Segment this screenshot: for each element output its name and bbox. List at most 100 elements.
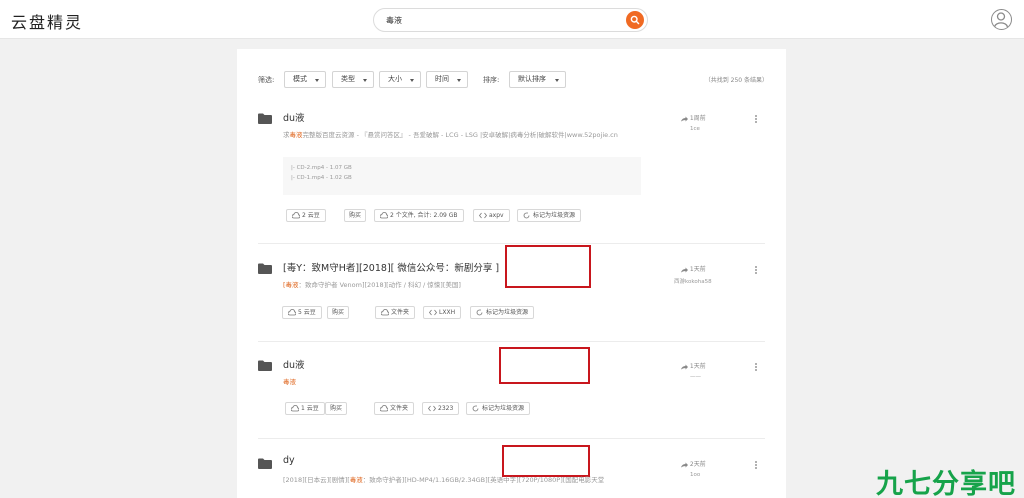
sort-label: 排序:	[483, 76, 500, 84]
sharer-name[interactable]: 西游kokoha58	[674, 277, 712, 285]
result-title[interactable]: [毒Y：致M守H者][2018][ 微信公众号：新剧分享 ]	[283, 260, 499, 274]
share-time: 1天前	[681, 264, 706, 273]
report-text: 标记为垃圾资源	[482, 405, 525, 412]
desc-keyword: [毒液	[283, 281, 299, 289]
result-description: 求毒液完整版百度云资源 - 『悬赏问答区』 - 吾爱破解 - LCG - LSG…	[283, 130, 638, 140]
share-arrow-icon	[681, 116, 688, 121]
code-icon	[429, 309, 437, 316]
file-info-text: 文件夹	[390, 405, 409, 412]
filter-label: 筛选:	[258, 76, 275, 84]
result-title[interactable]: du液	[283, 357, 305, 371]
result-item: dy [2018][日本云][剧情][毒液：致命守护者][HD-MP4/1.16…	[258, 455, 765, 498]
share-code-text: LXXH	[439, 309, 456, 316]
search-box[interactable]	[373, 8, 648, 32]
report-junk-button[interactable]: 标记为垃圾资源	[466, 402, 531, 415]
more-menu-icon[interactable]	[755, 460, 759, 470]
share-arrow-icon	[681, 364, 688, 369]
desc-text: ：致命守护者 Venom][2018][动作 / 科幻 / 惊悚][美国]	[298, 281, 461, 289]
file-entry: |- CD-2.mp4 - 1.07 GB	[291, 165, 352, 171]
cloud-beans-tag: 2 云豆	[286, 209, 326, 222]
desc-text: [2018][日本云][剧情][	[283, 476, 350, 484]
sort-dropdown[interactable]: 默认排序	[509, 71, 566, 88]
desc-text: 完整版百度云资源 - 『悬赏问答区』 - 吾爱破解 - LCG - LSG |安…	[302, 131, 618, 139]
cloud-icon	[381, 309, 389, 316]
filter-bar: 筛选: 模式 类型 大小 时间 排序: 默认排序 （共找到 250 条结果）	[258, 71, 768, 89]
user-avatar[interactable]	[991, 9, 1012, 30]
filter-time-label: 时间	[435, 75, 449, 83]
cloud-icon	[292, 212, 300, 219]
beans-text: 5 云豆	[298, 309, 316, 316]
share-code-text: 2323	[438, 405, 454, 412]
refresh-icon	[523, 212, 530, 219]
sharer-name[interactable]: 1ce	[690, 126, 700, 132]
share-time: 1周前	[681, 113, 706, 122]
filter-type-dropdown[interactable]: 类型	[332, 71, 374, 88]
file-info-tag: 2 个文件, 合计: 2.09 GB	[374, 209, 464, 222]
divider	[258, 243, 765, 244]
cloud-icon	[380, 405, 388, 412]
caret-down-icon	[315, 79, 319, 82]
share-time-text: 1天前	[689, 266, 706, 273]
result-description: [2018][日本云][剧情][毒液：致命守护者][HD-MP4/1.16GB/…	[283, 475, 638, 485]
report-junk-button[interactable]: 标记为垃圾资源	[470, 306, 535, 319]
file-info-tag: 文件夹	[374, 402, 415, 415]
code-icon	[428, 405, 436, 412]
desc-keyword: 毒液	[283, 378, 296, 386]
beans-text: 1 云豆	[301, 405, 319, 412]
result-description: [毒液：致命守护者 Venom][2018][动作 / 科幻 / 惊悚][美国]	[283, 280, 663, 290]
results-panel: 筛选: 模式 类型 大小 时间 排序: 默认排序 （共找到 250 条结果） d…	[237, 49, 786, 498]
beans-text: 2 云豆	[302, 212, 320, 219]
more-menu-icon[interactable]	[755, 114, 759, 124]
filter-time-dropdown[interactable]: 时间	[426, 71, 468, 88]
user-icon	[993, 12, 1009, 28]
share-time: 2天前	[681, 459, 706, 468]
file-info-text: 文件夹	[391, 309, 410, 316]
search-input[interactable]	[386, 12, 616, 28]
desc-text: ：致命守护者][HD-MP4/1.16GB/2.34GB][英语中字][720P…	[362, 476, 605, 484]
search-button[interactable]	[626, 11, 644, 29]
result-item: du液 毒液 1天前 —— 1 云豆 购买 文件夹 2323 标记为垃圾资源	[258, 360, 765, 440]
sharer-name[interactable]: ——	[690, 374, 701, 380]
result-item: du液 求毒液完整版百度云资源 - 『悬赏问答区』 - 吾爱破解 - LCG -…	[258, 113, 765, 243]
top-bar: 云盘精灵	[0, 0, 1024, 39]
sharer-name[interactable]: 1oo	[690, 472, 700, 478]
folder-icon	[258, 458, 272, 469]
folder-icon	[258, 360, 272, 371]
more-menu-icon[interactable]	[755, 265, 759, 275]
report-text: 标记为垃圾资源	[533, 212, 576, 219]
result-title[interactable]: dy	[283, 455, 295, 466]
share-time-text: 1周前	[689, 115, 706, 122]
folder-icon	[258, 113, 272, 124]
buy-button[interactable]: 购买	[325, 402, 348, 415]
code-icon	[479, 212, 487, 219]
refresh-icon	[472, 405, 479, 412]
more-menu-icon[interactable]	[755, 362, 759, 372]
app-logo[interactable]: 云盘精灵	[11, 9, 83, 33]
file-info-text: 2 个文件, 合计: 2.09 GB	[390, 212, 458, 219]
caret-down-icon	[457, 79, 461, 82]
watermark-text: 九七分享吧	[876, 469, 1016, 498]
filter-size-dropdown[interactable]: 大小	[379, 71, 421, 88]
result-description: 毒液	[283, 377, 663, 387]
caret-down-icon	[410, 79, 414, 82]
result-item: [毒Y：致M守H者][2018][ 微信公众号：新剧分享 ] [毒液：致命守护者…	[258, 263, 765, 343]
file-entry: |- CD-1.mp4 - 1.02 GB	[291, 175, 352, 181]
share-time-text: 1天前	[689, 363, 706, 370]
refresh-icon	[476, 309, 483, 316]
result-count: （共找到 250 条结果）	[704, 77, 768, 84]
buy-button[interactable]: 购买	[327, 306, 350, 319]
caret-down-icon	[555, 79, 559, 82]
share-time: 1天前	[681, 361, 706, 370]
desc-keyword: 毒液	[349, 476, 363, 484]
result-title[interactable]: du液	[283, 110, 305, 124]
buy-button[interactable]: 购买	[344, 209, 367, 222]
share-code-tag: axpv	[473, 209, 510, 222]
cloud-beans-tag: 1 云豆	[285, 402, 325, 415]
share-arrow-icon	[681, 267, 688, 272]
report-junk-button[interactable]: 标记为垃圾资源	[517, 209, 582, 222]
search-icon	[630, 15, 640, 25]
share-arrow-icon	[681, 462, 688, 467]
filter-type-label: 类型	[341, 75, 355, 83]
folder-icon	[258, 263, 272, 274]
filter-mode-dropdown[interactable]: 模式	[284, 71, 326, 88]
